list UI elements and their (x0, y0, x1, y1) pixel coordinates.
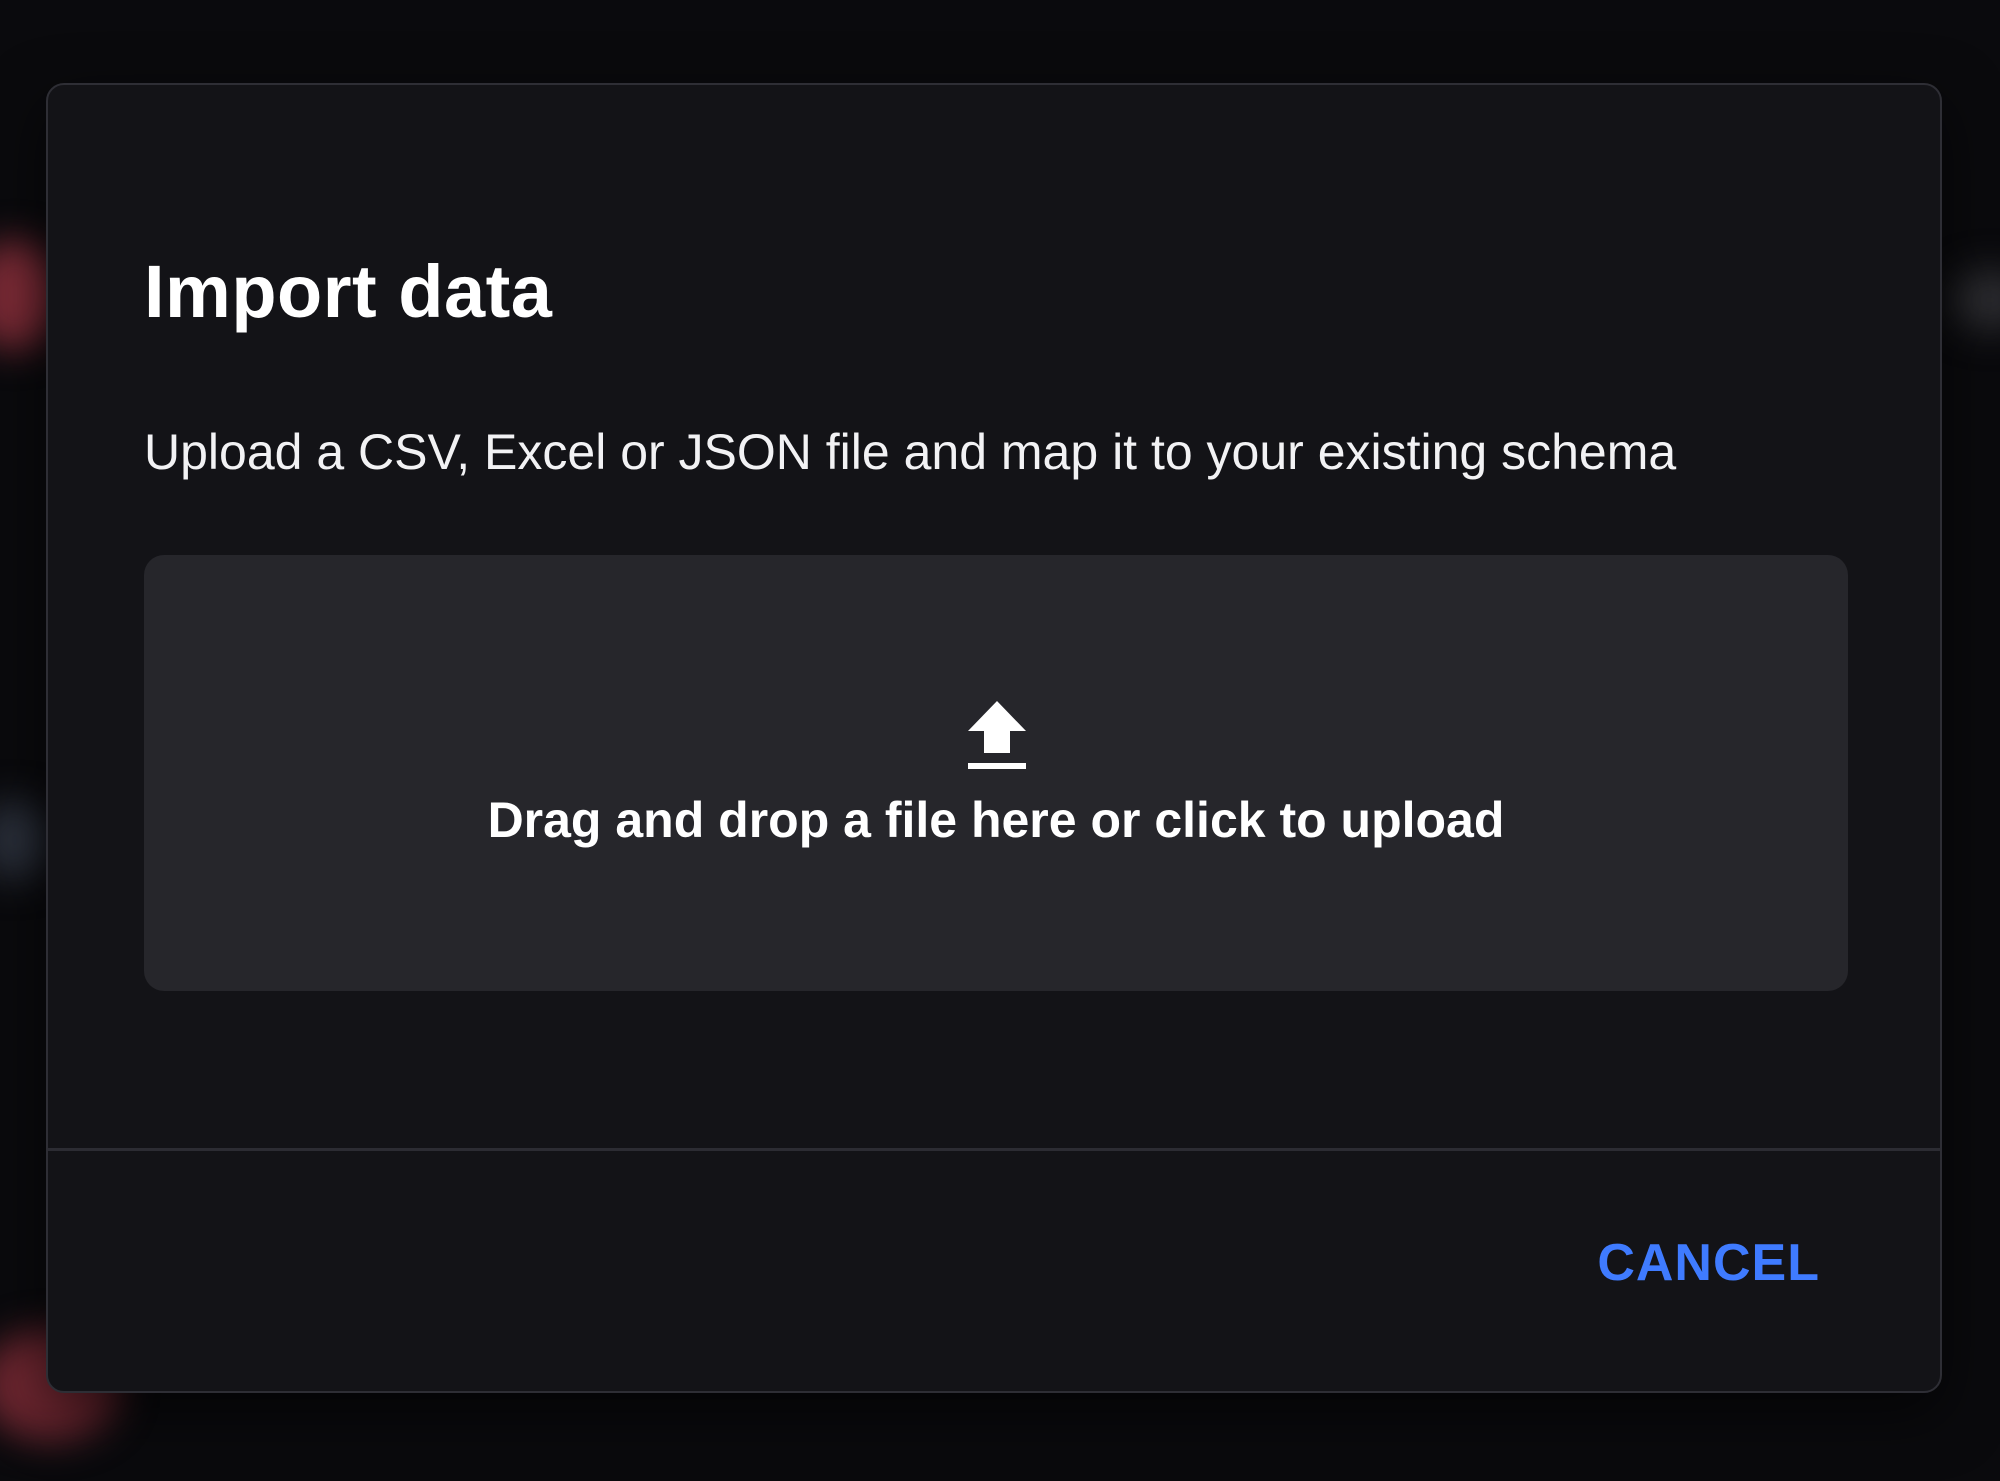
cancel-button[interactable]: CANCEL (1597, 1234, 1820, 1292)
import-data-dialog: Import data Upload a CSV, Excel or JSON … (46, 83, 1942, 1393)
background-blur-shape (1950, 270, 2000, 330)
dialog-title: Import data (144, 250, 553, 333)
background-blur-shape (0, 800, 50, 880)
file-dropzone[interactable]: Drag and drop a file here or click to up… (144, 555, 1848, 991)
footer-divider (48, 1148, 1940, 1151)
upload-icon (968, 701, 1026, 769)
dialog-subtitle: Upload a CSV, Excel or JSON file and map… (144, 424, 1677, 480)
dropzone-label: Drag and drop a file here or click to up… (487, 792, 1505, 848)
